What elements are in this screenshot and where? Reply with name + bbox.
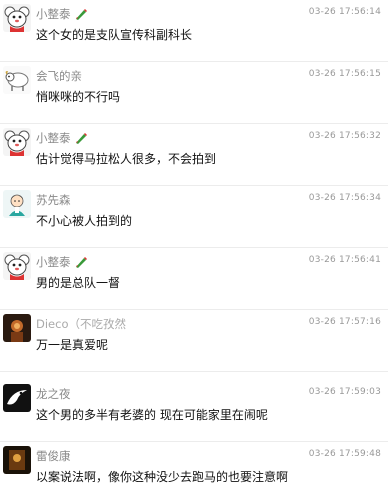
user-avatar[interactable]	[3, 4, 31, 32]
timestamp: 03-26 17:57:16	[308, 317, 381, 327]
timestamp: 03-26 17:56:15	[308, 69, 381, 79]
pencil-icon	[74, 8, 88, 23]
cartoon-boy-icon	[3, 190, 31, 218]
username[interactable]: 小整泰	[36, 254, 88, 271]
user-avatar[interactable]	[3, 314, 31, 342]
timestamp: 03-26 17:56:32	[308, 131, 381, 141]
black-white-logo-icon	[3, 384, 31, 412]
comment-list: 小整泰 03-26 17:56:14 这个女的是支队宣传科副科长 会飞的亲 03…	[0, 0, 388, 504]
user-avatar[interactable]	[3, 384, 31, 412]
divider	[0, 371, 388, 372]
comment-text: 男的是总队一督	[36, 276, 121, 290]
comment-item: 雷俊康 03-26 17:59:48 以案说法啊，像你这种没少去跑马的也要注意啊	[0, 442, 388, 504]
comment-item: 龙之夜 03-26 17:59:03 这个男的多半有老婆的 现在可能家里在闹呢	[0, 380, 388, 442]
user-avatar[interactable]	[3, 446, 31, 474]
timestamp: 03-26 17:56:14	[308, 7, 381, 17]
timestamp: 03-26 17:56:41	[308, 255, 381, 265]
comment-text: 以案说法啊，像你这种没少去跑马的也要注意啊	[36, 470, 289, 484]
username[interactable]: 苏先森	[36, 192, 71, 208]
cartoon-mouse-icon	[3, 252, 31, 280]
comment-item: 会飞的亲 03-26 17:56:15 悄咪咪的不行吗	[0, 62, 388, 124]
username[interactable]: Dieco（不吃孜然	[36, 316, 126, 332]
comment-text: 这个女的是支队宣传科副科长	[36, 28, 193, 42]
comment-item: 小整泰 03-26 17:56:14 这个女的是支队宣传科副科长	[0, 0, 388, 62]
dark-photo-icon	[3, 446, 31, 474]
comment-item: 苏先森 03-26 17:56:34 不小心被人拍到的	[0, 186, 388, 248]
comment-text: 悄咪咪的不行吗	[36, 90, 121, 104]
comment-item: 小整泰 03-26 17:56:32 估计觉得马拉松人很多，不会拍到	[0, 124, 388, 186]
username[interactable]: 雷俊康	[36, 448, 71, 464]
timestamp: 03-26 17:59:03	[308, 387, 381, 397]
comment-text: 万一是真爱呢	[36, 338, 109, 352]
comment-text: 这个男的多半有老婆的 现在可能家里在闹呢	[36, 408, 268, 422]
username[interactable]: 小整泰	[36, 6, 88, 23]
user-avatar[interactable]	[3, 66, 31, 94]
username[interactable]: 小整泰	[36, 130, 88, 147]
cartoon-mouse-icon	[3, 4, 31, 32]
timestamp: 03-26 17:59:48	[308, 449, 381, 459]
pencil-icon	[74, 256, 88, 271]
comment-text: 估计觉得马拉松人很多，不会拍到	[36, 152, 217, 166]
comment-item: 小整泰 03-26 17:56:41 男的是总队一督	[0, 248, 388, 310]
comment-text: 不小心被人拍到的	[36, 214, 133, 228]
dark-photo-icon	[3, 314, 31, 342]
pencil-icon	[74, 132, 88, 147]
username[interactable]: 龙之夜	[36, 386, 71, 402]
timestamp: 03-26 17:56:34	[308, 193, 381, 203]
comment-item: Dieco（不吃孜然 03-26 17:57:16 万一是真爱呢	[0, 310, 388, 372]
user-avatar[interactable]	[3, 190, 31, 218]
user-avatar[interactable]	[3, 128, 31, 156]
user-avatar[interactable]	[3, 252, 31, 280]
cartoon-sheep-icon	[3, 66, 31, 94]
username[interactable]: 会飞的亲	[36, 68, 82, 84]
cartoon-mouse-icon	[3, 128, 31, 156]
